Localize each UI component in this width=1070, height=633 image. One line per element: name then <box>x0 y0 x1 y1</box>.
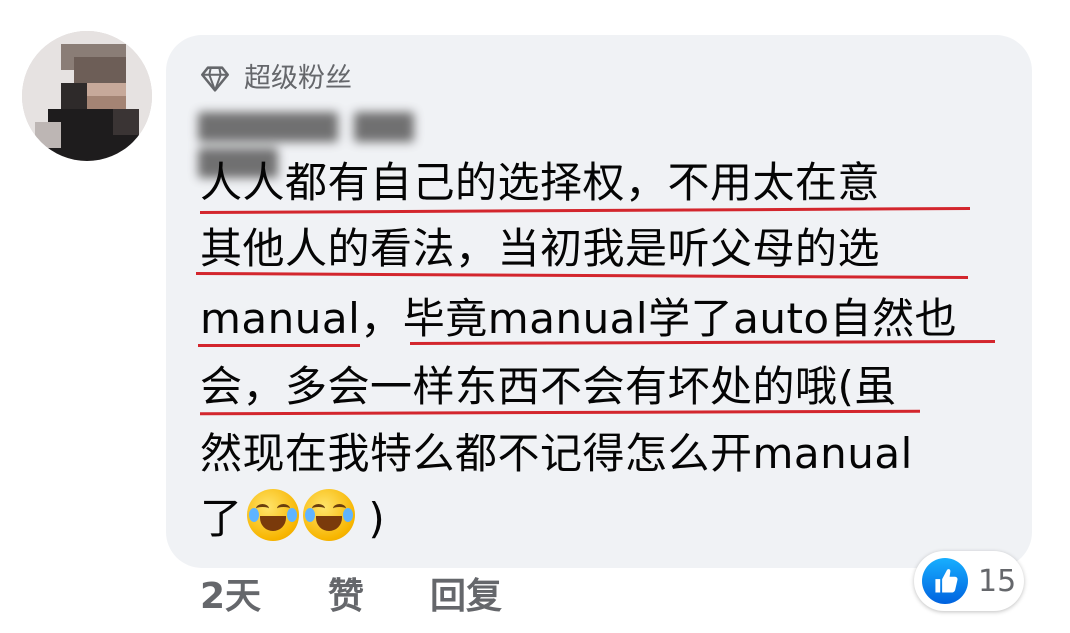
author-name-blurred[interactable] <box>198 110 520 178</box>
diamond-icon <box>200 66 230 92</box>
comment-line-4: 会，多会一样东西不会有坏处的哦(虽 <box>200 362 897 411</box>
reply-button[interactable]: 回复 <box>430 572 502 622</box>
comment-line-1: 人人都有自己的选择权，不用太在意 <box>200 158 881 207</box>
like-icon <box>922 558 968 604</box>
reaction-count: 15 <box>978 563 1017 599</box>
face-with-tears-of-joy-icon <box>302 489 355 541</box>
comment-line-6-suffix: ) <box>368 494 386 543</box>
comment-line-6: 了 ) <box>200 489 385 548</box>
reaction-summary[interactable]: 15 <box>914 551 1024 611</box>
comment-line-3: manual，毕竟manual学了auto自然也 <box>200 294 958 343</box>
like-button[interactable]: 赞 <box>328 572 364 622</box>
face-with-tears-of-joy-icon <box>246 489 299 541</box>
comment-line-5: 然现在我特么都不记得怎么开manual <box>200 429 913 478</box>
comment-line-2: 其他人的看法，当初我是听父母的选 <box>200 224 881 273</box>
avatar[interactable] <box>22 31 152 161</box>
highlight-underline <box>198 344 360 347</box>
badge-label: 超级粉丝 <box>244 63 352 94</box>
comment-time[interactable]: 2天 <box>200 572 261 622</box>
comment-line-6-prefix: 了 <box>200 494 243 543</box>
comment-screen: 超级粉丝 人人都有自己的选择权，不用太在意 其他人的看法，当初我是听父母的选 m… <box>0 0 1070 633</box>
top-fan-badge[interactable]: 超级粉丝 <box>198 62 352 96</box>
